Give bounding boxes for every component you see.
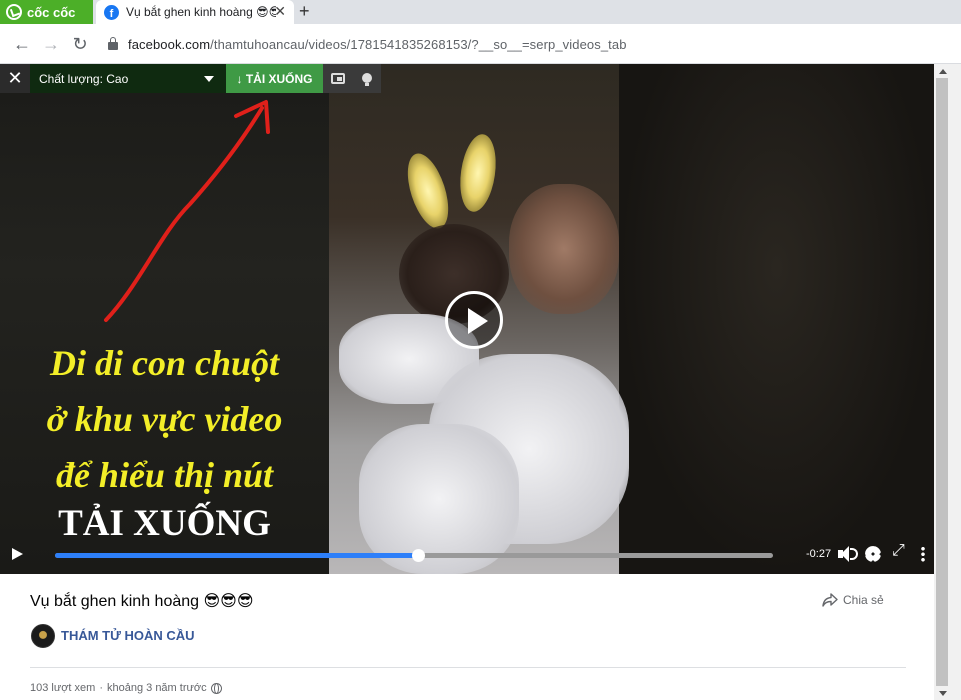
address-bar[interactable]: facebook.com/thamtuhoancau/videos/178154… (100, 30, 950, 58)
scroll-thumb[interactable] (936, 78, 948, 686)
video-player[interactable]: ✕ Chất lượng: Cao ↓ TẢI XUỐNG Di di con … (0, 64, 934, 574)
browser-toolbar: ← → ↻ facebook.com/thamtuhoancau/videos/… (0, 24, 961, 64)
quality-select[interactable]: Chất lượng: Cao (30, 64, 226, 93)
reload-icon[interactable]: ↻ (68, 32, 92, 56)
facebook-favicon-icon: f (104, 4, 119, 20)
pip-button[interactable] (323, 64, 352, 93)
download-toolbar: ✕ Chất lượng: Cao ↓ TẢI XUỐNG (0, 64, 381, 93)
player-controls: -0:27 (0, 534, 934, 574)
caption-line: để hiểu thị nút (55, 455, 274, 495)
globe-icon (210, 682, 222, 694)
view-count: 103 lượt xem (30, 682, 96, 694)
progress-handle[interactable] (411, 549, 425, 562)
time-remaining: -0:27 (806, 548, 832, 560)
play-icon[interactable] (12, 548, 23, 560)
figure-shadow (509, 184, 619, 314)
caption-line: Di di con chuột (49, 343, 280, 383)
coccoc-logo-icon (6, 4, 22, 20)
lights-button[interactable] (352, 64, 381, 93)
forward-arrow-icon[interactable]: → (39, 32, 63, 56)
avatar[interactable] (31, 624, 55, 648)
progress-fill (55, 553, 418, 558)
divider (30, 667, 906, 668)
download-button[interactable]: ↓ TẢI XUỐNG (226, 64, 323, 93)
page-scrollbar[interactable] (934, 64, 961, 700)
fullscreen-icon[interactable] (892, 542, 906, 560)
back-arrow-icon[interactable]: ← (10, 32, 34, 56)
progress-track[interactable] (55, 549, 773, 562)
meta-separator: · (99, 682, 103, 694)
big-play-button[interactable] (445, 291, 503, 349)
scroll-up-icon[interactable] (939, 69, 947, 74)
share-label: Chia sẻ (843, 593, 884, 607)
new-tab-icon[interactable]: + (299, 1, 310, 22)
lock-icon[interactable] (108, 37, 118, 50)
brand-label: cốc cốc (27, 4, 76, 20)
picture-in-picture-icon (330, 73, 345, 84)
url-path: /thamtuhoancau/videos/1781541835268153/?… (210, 36, 627, 52)
page-name-link[interactable]: THÁM TỬ HOÀN CẦU (61, 628, 195, 643)
caption-line: ở khu vực video (46, 399, 283, 439)
chevron-down-icon (204, 75, 214, 82)
url-host: facebook.com (128, 36, 211, 52)
quality-label: Chất lượng: Cao (39, 71, 129, 86)
browser-brand[interactable]: cốc cốc (0, 0, 93, 24)
gear-icon[interactable] (865, 546, 881, 562)
video-title: Vụ bắt ghen kinh hoàng 😎😎😎 (30, 593, 254, 610)
browser-tab[interactable]: f Vụ bắt ghen kinh hoàng 😎😎 ✕ (96, 0, 294, 24)
share-icon (822, 593, 838, 607)
lightbulb-icon (361, 72, 372, 86)
tab-title: Vụ bắt ghen kinh hoàng 😎😎 (126, 5, 276, 19)
lamp-glow (455, 132, 501, 214)
volume-icon[interactable] (838, 545, 858, 563)
post-meta: 103 lượt xem · khoảng 3 năm trước (30, 682, 222, 694)
tab-close-icon[interactable]: ✕ (274, 3, 286, 20)
url-text: facebook.com/thamtuhoancau/videos/178154… (128, 37, 627, 52)
close-icon[interactable]: ✕ (0, 64, 30, 93)
video-right-pillar (619, 64, 934, 574)
scroll-down-icon[interactable] (939, 691, 947, 696)
instruction-caption: Di di con chuột ở khu vực video để hiểu … (0, 335, 329, 549)
tab-strip: cốc cốc f Vụ bắt ghen kinh hoàng 😎😎 ✕ + (0, 0, 961, 24)
more-options-icon[interactable] (921, 546, 925, 562)
post-time[interactable]: khoảng 3 năm trước (107, 682, 207, 694)
lamp-glow (399, 148, 457, 234)
share-button[interactable]: Chia sẻ (822, 593, 884, 607)
